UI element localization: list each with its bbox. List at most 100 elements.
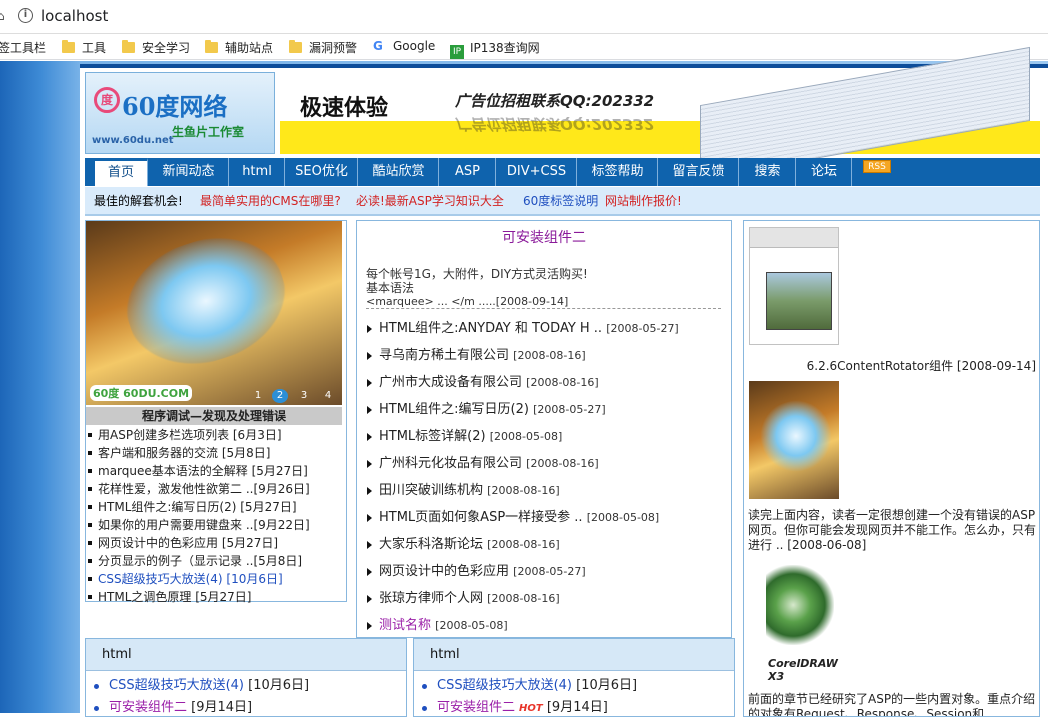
nav-home[interactable]: 首页 bbox=[95, 158, 148, 186]
list-item[interactable]: 大家乐科洛斯论坛 [2008-08-16] bbox=[367, 531, 679, 558]
ad-contact-reflection: 广告位招租联系QQ:202332 bbox=[455, 115, 655, 133]
bookmark-vuln-alerts[interactable]: 漏洞预警 bbox=[289, 39, 357, 56]
nav-search[interactable]: 搜索 bbox=[740, 158, 796, 186]
silver-surfer-thumbnail[interactable] bbox=[749, 381, 839, 499]
bookmark-helper-sites[interactable]: 辅助站点 bbox=[205, 39, 273, 56]
article-title[interactable]: 网页设计中的色彩应用 bbox=[379, 564, 509, 579]
article-title[interactable]: CSS超级技巧大放送(4) bbox=[109, 678, 244, 693]
nav-news[interactable]: 新闻动态 bbox=[149, 158, 229, 186]
article-title[interactable]: HTML组件之:ANYDAY 和 TODAY H .. bbox=[379, 321, 602, 336]
bottom-box-html-1: html CSS超级技巧大放送(4) [10月6日] 可安装组件二 [9月14日… bbox=[85, 638, 407, 717]
list-item[interactable]: CSS超级技巧大放送(4) [10月6日] bbox=[88, 570, 344, 588]
announce-link-2[interactable]: 最简单实用的CMS在哪里? bbox=[200, 187, 341, 215]
heart-icon: 度 bbox=[94, 87, 120, 113]
list-item[interactable]: HTML组件之:ANYDAY 和 TODAY H .. [2008-05-27] bbox=[367, 315, 679, 342]
list-item[interactable]: 寻乌南方稀土有限公司 [2008-08-16] bbox=[367, 342, 679, 369]
ad-banner[interactable]: 极速体验 广告位招租联系QQ:202332 广告位招租联系QQ:202332 bbox=[280, 46, 1040, 180]
bookmark-toolbar[interactable]: 签工具栏 bbox=[0, 39, 46, 56]
nav-div-css[interactable]: DIV+CSS bbox=[497, 158, 577, 186]
address-bar[interactable]: ⌂ i localhost bbox=[0, 0, 1048, 34]
coreldraw-thumbnail[interactable]: CorelDRAW X3 bbox=[760, 559, 840, 683]
nav-cool-sites[interactable]: 酷站欣赏 bbox=[359, 158, 439, 186]
site-logo[interactable]: 度 60度网络 生鱼片工作室 www.60du.net bbox=[85, 72, 275, 154]
list-item[interactable]: 分页显示的例子（显示记录 ..[5月8日] bbox=[88, 552, 344, 570]
list-item[interactable]: HTML组件之:编写日历(2) [5月27日] bbox=[88, 498, 344, 516]
article-date: [2008-08-16] bbox=[513, 349, 586, 362]
list-item[interactable]: 花样性爱，激发他性欲第二 ..[9月26日] bbox=[88, 480, 344, 498]
bookmark-ip138[interactable]: IP IP138查询网 bbox=[450, 39, 540, 59]
article-title[interactable]: 测试名称 bbox=[379, 618, 431, 633]
list-item[interactable]: 田川突破训练机构 [2008-08-16] bbox=[367, 477, 679, 504]
url-text[interactable]: localhost bbox=[41, 7, 108, 25]
article-title[interactable]: 张琼方律师个人网 bbox=[379, 591, 483, 606]
list-item[interactable]: 可安装组件二 [9月14日] bbox=[94, 697, 406, 719]
folder-icon bbox=[289, 40, 302, 53]
slide-dot-1[interactable]: 1 bbox=[250, 389, 266, 403]
silver-surfer-figure bbox=[751, 391, 839, 481]
article-date: [2008-05-27] bbox=[513, 565, 586, 578]
list-item[interactable]: 网页设计中的色彩应用 [5月27日] bbox=[88, 534, 344, 552]
announce-link-1[interactable]: 最佳的解套机会! bbox=[94, 187, 183, 215]
bookmark-google[interactable]: G Google bbox=[373, 39, 435, 53]
announce-link-5[interactable]: 网站制作报价! bbox=[605, 187, 682, 215]
main-nav: 首页 新闻动态 html SEO优化 酷站欣赏 ASP DIV+CSS 标签帮助… bbox=[85, 158, 1040, 186]
article-title[interactable]: 寻乌南方稀土有限公司 bbox=[379, 348, 509, 363]
bookmark-tools[interactable]: 工具 bbox=[62, 39, 106, 56]
list-item[interactable]: 广州市大成设备有限公司 [2008-08-16] bbox=[367, 369, 679, 396]
list-item[interactable]: 用ASP创建多栏选项列表 [6月3日] bbox=[88, 426, 344, 444]
article-title[interactable]: 田川突破训练机构 bbox=[379, 483, 483, 498]
article-title[interactable]: CSS超级技巧大放送(4) bbox=[437, 678, 572, 693]
slide-dot-3[interactable]: 3 bbox=[296, 389, 312, 403]
featured-desc-line: 每个帐号1G，大附件，DIY方式灵活购买! bbox=[366, 267, 588, 281]
article-title[interactable]: 大家乐科洛斯论坛 bbox=[379, 537, 483, 552]
nav-asp[interactable]: ASP bbox=[440, 158, 496, 186]
box-heading[interactable]: html bbox=[86, 639, 406, 671]
article-title[interactable]: 广州市大成设备有限公司 bbox=[379, 375, 522, 390]
article-title[interactable]: HTML页面如何象ASP一样接受参 .. bbox=[379, 510, 583, 525]
nav-seo[interactable]: SEO优化 bbox=[286, 158, 358, 186]
list-item[interactable]: 如果你的用户需要用键盘来 ..[9月22日] bbox=[88, 516, 344, 534]
list-item[interactable]: 广州科元化妆品有限公司 [2008-08-16] bbox=[367, 450, 679, 477]
article-summary[interactable]: 读完上面内容，读者一定很想创建一个没有错误的ASP网页。但你可能会发现网页并不能… bbox=[748, 508, 1038, 553]
article-title[interactable]: 广州科元化妆品有限公司 bbox=[379, 456, 522, 471]
nav-html[interactable]: html bbox=[230, 158, 285, 186]
article-date: [2008-08-16] bbox=[487, 592, 560, 605]
list-item[interactable]: HTML标签详解(2) [2008-05-08] bbox=[367, 423, 679, 450]
list-item[interactable]: 张琼方律师个人网 [2008-08-16] bbox=[367, 585, 679, 612]
box-heading[interactable]: html bbox=[414, 639, 734, 671]
nav-forum[interactable]: 论坛 bbox=[797, 158, 852, 186]
info-icon[interactable]: i bbox=[18, 8, 33, 23]
article-date: [2008-08-16] bbox=[487, 538, 560, 551]
list-item[interactable]: 可安装组件二 HOT [9月14日] bbox=[422, 697, 734, 719]
featured-title[interactable]: 可安装组件二 bbox=[357, 227, 731, 247]
list-item[interactable]: 网页设计中的色彩应用 [2008-05-27] bbox=[367, 558, 679, 585]
rss-button[interactable]: RSS bbox=[863, 160, 891, 173]
nav-tag-help[interactable]: 标签帮助 bbox=[578, 158, 658, 186]
slideshow-image[interactable]: 60度 60DU.COM 1 2 3 4 bbox=[86, 221, 342, 405]
coreldraw-label: CorelDRAW X3 bbox=[768, 657, 838, 683]
content-rotator-thumbnail[interactable] bbox=[749, 227, 839, 345]
home-icon[interactable]: ⌂ bbox=[0, 9, 5, 23]
announce-link-4[interactable]: 60度标签说明 bbox=[523, 187, 598, 215]
nav-feedback[interactable]: 留言反馈 bbox=[659, 158, 739, 186]
article-date: [2008-05-08] bbox=[586, 511, 660, 524]
article-title[interactable]: HTML组件之:编写日历(2) bbox=[379, 402, 529, 417]
slideshow-caption[interactable]: 程序调试—发现及处理错误 bbox=[86, 407, 342, 425]
left-article-list: 用ASP创建多栏选项列表 [6月3日] 客户端和服务器的交流 [5月8日] ma… bbox=[88, 426, 344, 606]
slide-dot-2[interactable]: 2 bbox=[272, 389, 288, 403]
list-item[interactable]: CSS超级技巧大放送(4) [10月6日] bbox=[422, 675, 734, 697]
list-item[interactable]: HTML页面如何象ASP一样接受参 .. [2008-05-08] bbox=[367, 504, 679, 531]
list-item[interactable]: 测试名称 [2008-05-08] bbox=[367, 612, 679, 639]
list-item[interactable]: 客户端和服务器的交流 [5月8日] bbox=[88, 444, 344, 462]
article-title[interactable]: HTML标签详解(2) bbox=[379, 429, 486, 444]
slide-dot-4[interactable]: 4 bbox=[320, 389, 336, 403]
site-banner: 度 60度网络 生鱼片工作室 www.60du.net 极速体验 广告位招租联系… bbox=[85, 46, 1040, 180]
list-item[interactable]: CSS超级技巧大放送(4) [10月6日] bbox=[94, 675, 406, 697]
list-item[interactable]: marquee基本语法的全解释 [5月27日] bbox=[88, 462, 344, 480]
announce-link-3[interactable]: 必读!最新ASP学习知识大全 bbox=[356, 187, 504, 215]
list-item[interactable]: HTML之调色原理 [5月27日] bbox=[88, 588, 344, 606]
list-item[interactable]: HTML组件之:编写日历(2) [2008-05-27] bbox=[367, 396, 679, 423]
thumbnail-caption[interactable]: 6.2.6ContentRotator组件 [2008-09-14] bbox=[744, 357, 1036, 374]
bookmark-security-learning[interactable]: 安全学习 bbox=[122, 39, 190, 56]
article-summary[interactable]: 前面的章节已经研究了ASP的一些内置对象。重点介绍的对象有Request、Res… bbox=[748, 692, 1038, 716]
